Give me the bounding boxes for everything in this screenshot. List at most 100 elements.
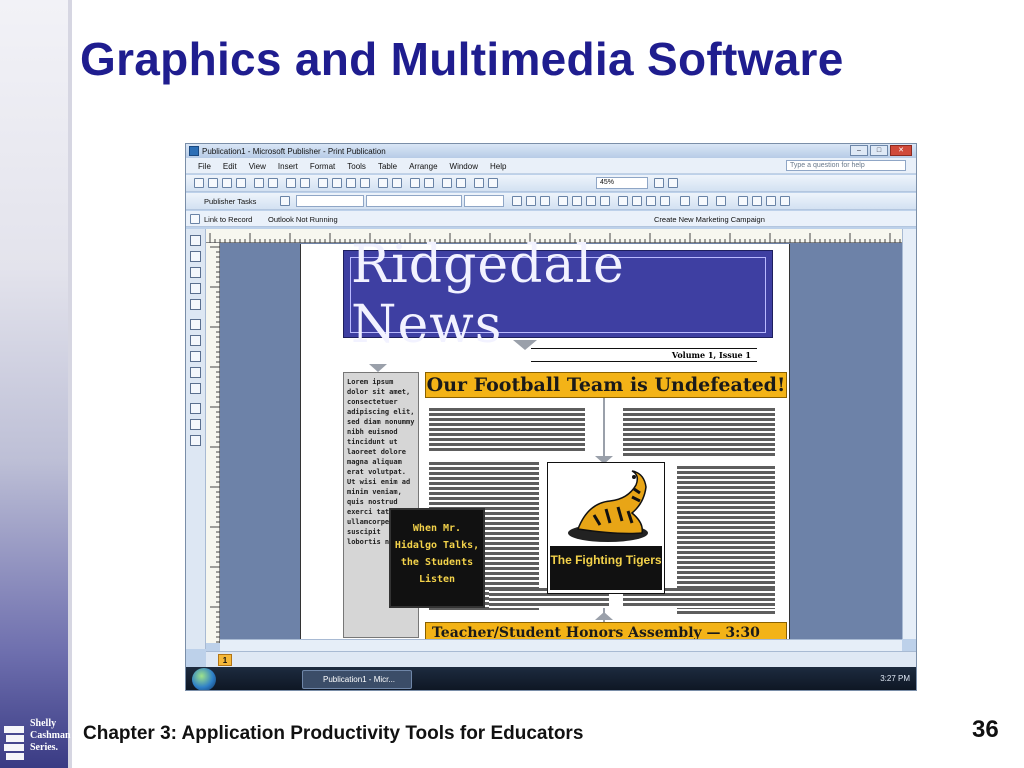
- horizontal-scrollbar[interactable]: [220, 639, 902, 651]
- design-gallery-icon[interactable]: [190, 435, 201, 446]
- menu-table[interactable]: Table: [378, 162, 397, 171]
- copy-icon[interactable]: [332, 178, 342, 188]
- hot-spot-icon[interactable]: [190, 403, 201, 414]
- rectangle-icon[interactable]: [190, 367, 201, 378]
- zoom-select[interactable]: 45%: [596, 177, 648, 189]
- align-right-icon[interactable]: [586, 196, 596, 206]
- logo-line: Shelly: [30, 718, 57, 729]
- start-button-icon[interactable]: [192, 668, 216, 690]
- justify-icon[interactable]: [600, 196, 610, 206]
- slide: Shelly Cashman Series. Graphics and Mult…: [0, 0, 1024, 768]
- columns-icon[interactable]: [456, 178, 466, 188]
- spelling-icon[interactable]: [286, 178, 296, 188]
- mail-icon[interactable]: [236, 178, 246, 188]
- menu-tools[interactable]: Tools: [347, 162, 366, 171]
- oval-icon[interactable]: [190, 351, 201, 362]
- menu-arrange[interactable]: Arrange: [409, 162, 437, 171]
- styles-icon[interactable]: [280, 196, 290, 206]
- text-box-icon[interactable]: [190, 251, 201, 262]
- select-arrow-icon[interactable]: [190, 235, 201, 246]
- event-banner[interactable]: Teacher/Student Honors Assembly — 3:30: [425, 622, 787, 640]
- page-navigator-button[interactable]: 1: [218, 654, 232, 666]
- masthead-title[interactable]: Ridgedale News: [351, 235, 765, 355]
- window-titlebar: Publication1 - Microsoft Publisher - Pri…: [186, 144, 916, 158]
- paste-icon[interactable]: [346, 178, 356, 188]
- publisher-tasks-button[interactable]: Publisher Tasks: [204, 197, 256, 206]
- undo-icon[interactable]: [378, 178, 388, 188]
- pull-quote-box[interactable]: When Mr. Hidalgo Talks, the Students Lis…: [389, 508, 485, 608]
- taskbar-clock: 3:27 PM: [880, 674, 910, 683]
- line-color-icon[interactable]: [698, 196, 708, 206]
- line-style-icon[interactable]: [738, 196, 748, 206]
- font-select[interactable]: [366, 195, 462, 207]
- center-icon[interactable]: [572, 196, 582, 206]
- autoshapes-icon[interactable]: [190, 383, 201, 394]
- zoom-out-icon[interactable]: [654, 178, 664, 188]
- connect-toolbar: Link to Record Outlook Not Running Creat…: [186, 211, 916, 227]
- table-icon[interactable]: [474, 178, 484, 188]
- insert-hyperlink-icon[interactable]: [442, 178, 452, 188]
- insert-table-icon[interactable]: [190, 267, 201, 278]
- print-preview-icon[interactable]: [268, 178, 278, 188]
- open-icon[interactable]: [208, 178, 218, 188]
- increase-indent-icon[interactable]: [660, 196, 670, 206]
- arrow-icon[interactable]: [190, 335, 201, 346]
- menu-format[interactable]: Format: [310, 162, 335, 171]
- font-size-select[interactable]: [464, 195, 504, 207]
- style-select[interactable]: [296, 195, 364, 207]
- bold-icon[interactable]: [512, 196, 522, 206]
- cut-icon[interactable]: [318, 178, 328, 188]
- masthead[interactable]: Ridgedale News: [343, 235, 773, 355]
- story-text-block[interactable]: [429, 408, 585, 452]
- help-search-input[interactable]: Type a question for help: [786, 160, 906, 171]
- vertical-ruler: [206, 243, 220, 643]
- zoom-in-icon[interactable]: [668, 178, 678, 188]
- headline-banner[interactable]: Our Football Team is Undefeated!: [425, 372, 787, 398]
- connector-triangle: [369, 364, 387, 372]
- arrow-style-icon[interactable]: [766, 196, 776, 206]
- menu-insert[interactable]: Insert: [278, 162, 298, 171]
- menu-edit[interactable]: Edit: [223, 162, 237, 171]
- print-icon[interactable]: [254, 178, 264, 188]
- menu-window[interactable]: Window: [450, 162, 478, 171]
- maximize-button[interactable]: □: [870, 145, 888, 156]
- menu-file[interactable]: File: [198, 162, 211, 171]
- fill-color-icon[interactable]: [680, 196, 690, 206]
- photo-caption[interactable]: The Fighting Tigers: [550, 546, 662, 590]
- volume-issue-line[interactable]: Volume 1, Issue 1: [531, 348, 757, 362]
- underline-icon[interactable]: [540, 196, 550, 206]
- italic-icon[interactable]: [526, 196, 536, 206]
- font-color-icon[interactable]: [716, 196, 726, 206]
- show-formatting-icon[interactable]: [488, 178, 498, 188]
- save-icon[interactable]: [222, 178, 232, 188]
- new-icon[interactable]: [194, 178, 204, 188]
- taskbar-publisher-item[interactable]: Publication1 - Micr...: [302, 670, 412, 689]
- publication-page[interactable]: Ridgedale News Volume 1, Issue 1 Lorem i…: [300, 235, 790, 640]
- close-button[interactable]: ✕: [890, 145, 912, 156]
- picture-frame-icon[interactable]: [190, 299, 201, 310]
- objects-toolbar: [186, 229, 206, 649]
- form-control-icon[interactable]: [190, 419, 201, 430]
- vertical-scrollbar[interactable]: [902, 229, 916, 639]
- windows-taskbar: Publication1 - Micr... 3:27 PM: [186, 667, 916, 690]
- dash-style-icon[interactable]: [752, 196, 762, 206]
- create-campaign-button[interactable]: Create New Marketing Campaign: [654, 215, 765, 224]
- menu-help[interactable]: Help: [490, 162, 506, 171]
- align-left-icon[interactable]: [558, 196, 568, 206]
- minimize-button[interactable]: –: [850, 145, 868, 156]
- bring-forward-icon[interactable]: [410, 178, 420, 188]
- shadow-style-icon[interactable]: [780, 196, 790, 206]
- research-icon[interactable]: [300, 178, 310, 188]
- redo-icon[interactable]: [392, 178, 402, 188]
- line-icon[interactable]: [190, 319, 201, 330]
- link-icon[interactable]: [190, 214, 200, 224]
- send-backward-icon[interactable]: [424, 178, 434, 188]
- bullets-icon[interactable]: [632, 196, 642, 206]
- numbering-icon[interactable]: [618, 196, 628, 206]
- wordart-icon[interactable]: [190, 283, 201, 294]
- decrease-indent-icon[interactable]: [646, 196, 656, 206]
- link-to-record-button[interactable]: Link to Record: [204, 215, 252, 224]
- story-text-block[interactable]: [623, 408, 775, 458]
- menu-view[interactable]: View: [249, 162, 266, 171]
- format-painter-icon[interactable]: [360, 178, 370, 188]
